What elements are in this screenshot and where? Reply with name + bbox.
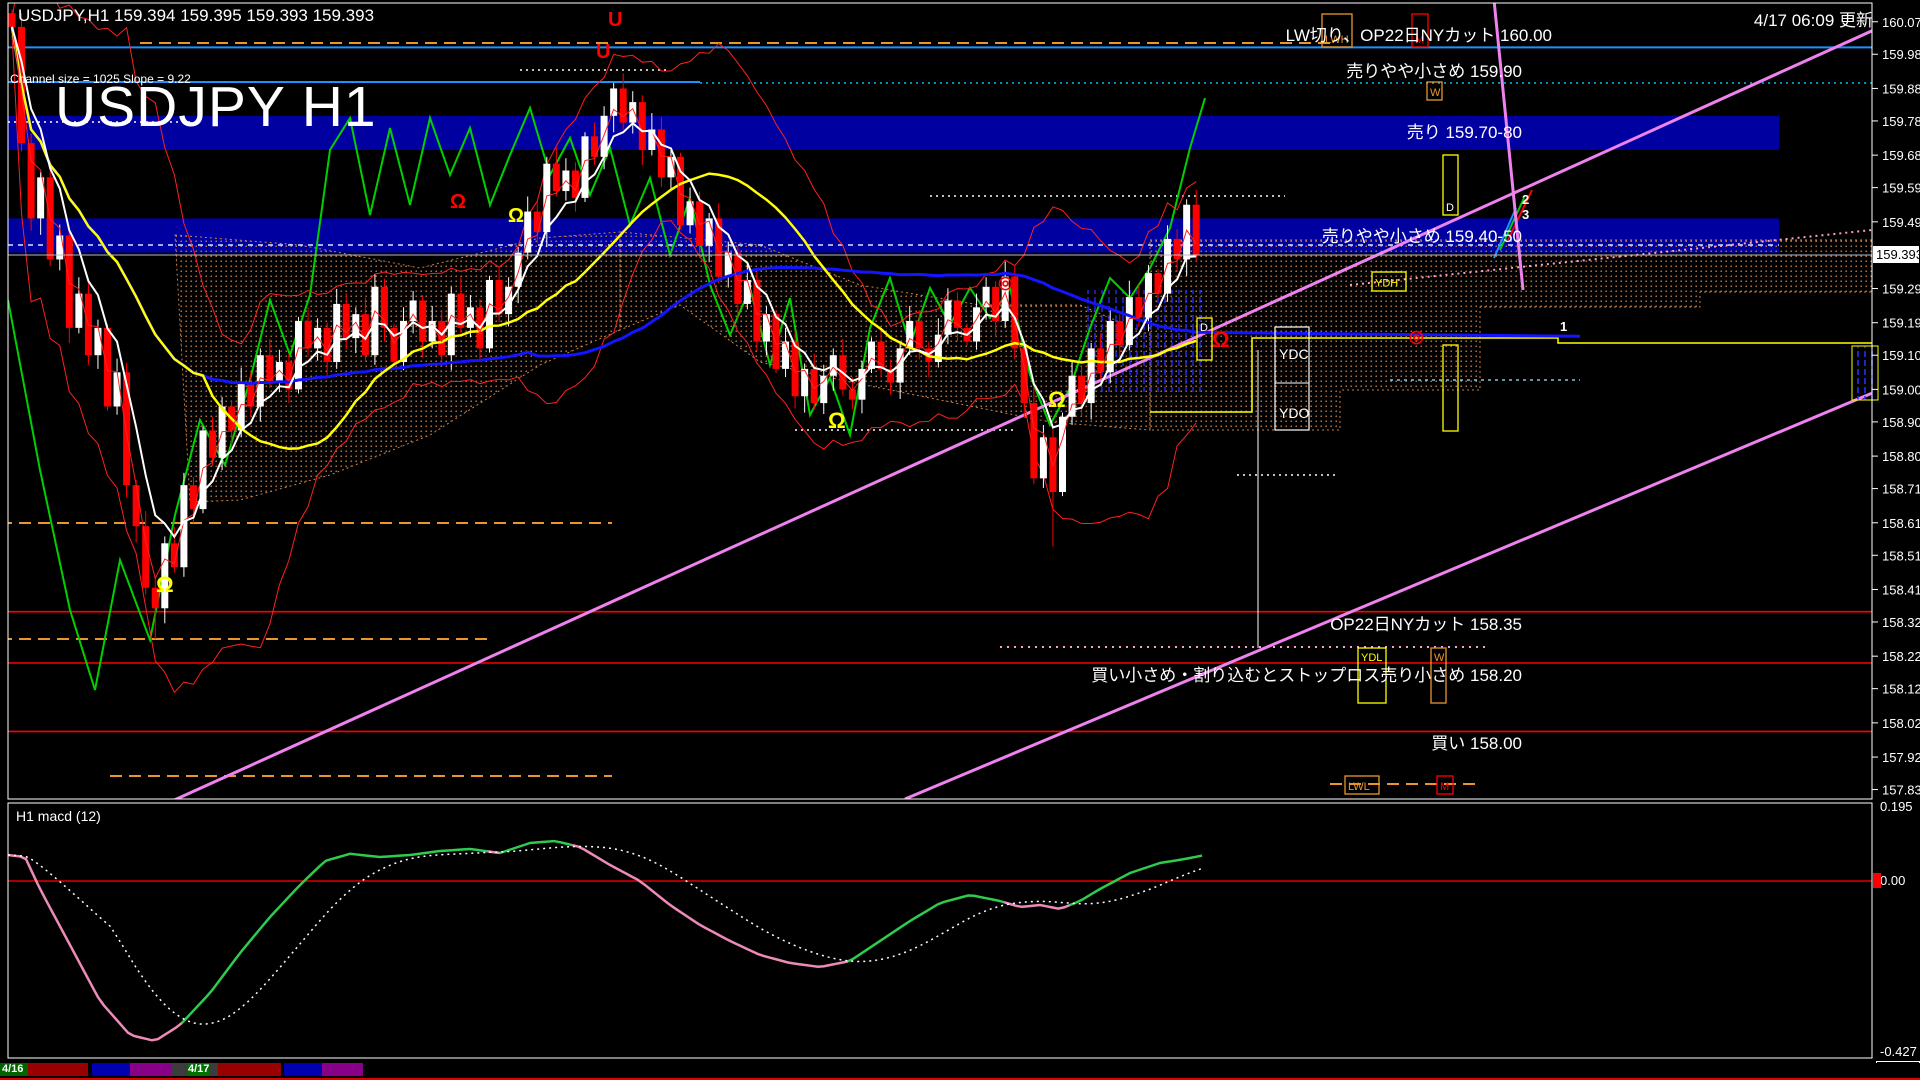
price-tick: 158.125 xyxy=(1882,682,1920,697)
tag-label: LWL xyxy=(1348,781,1370,793)
tag-label: D xyxy=(1200,322,1208,334)
price-tick: 159.685 xyxy=(1882,148,1920,163)
channel-info-label: Channel size = 1025 Slope = 9.22 xyxy=(10,72,191,86)
chart-canvas: UUΩΩΩΩΩΩ◎◎LWH MWDYDHDYDL WLWL MYDCYDO123160… xyxy=(7,2,1920,1059)
price-tick: 158.610 xyxy=(1882,516,1920,531)
level-annotation: 売りやや小さめ 159.40-50 xyxy=(1321,227,1522,246)
tag-label: D xyxy=(1446,202,1454,214)
signal-marker: U xyxy=(608,9,622,31)
session-segment xyxy=(28,1063,88,1076)
count-figure: 3 xyxy=(1522,207,1529,222)
price-tick: 158.320 xyxy=(1882,615,1920,630)
trading-chart-app: U U Ω Ω Ω Ω Ω Ω ◎ ◎ LWH M W D YDH D YDL W LWL M YDC YDO 1 2 3 160… xyxy=(0,0,1920,1080)
price-tick: 158.025 xyxy=(1882,716,1920,731)
date-label: 4/17 xyxy=(188,1063,210,1076)
signal-marker: Ω xyxy=(1048,387,1066,412)
session-segment xyxy=(322,1063,363,1076)
macd-tick: 0.00 xyxy=(1880,873,1905,888)
signal-marker: Ω xyxy=(508,205,524,227)
price-tick: 158.905 xyxy=(1882,415,1920,430)
session-segment xyxy=(92,1063,130,1076)
level-annotation: 買い 158.00 xyxy=(1431,734,1522,753)
tag-label: YDL xyxy=(1361,652,1382,664)
price-tick: 158.710 xyxy=(1882,482,1920,497)
level-annotation: 売り 159.70-80 xyxy=(1406,123,1522,142)
symbol-quote-line: USDJPY,H1 159.394 159.395 159.393 159.39… xyxy=(18,6,375,25)
macd-panel-label: H1 macd (12) xyxy=(16,808,101,824)
session-segment xyxy=(284,1063,322,1076)
price-tick: 159.590 xyxy=(1882,181,1920,196)
signal-marker: U xyxy=(596,41,610,63)
price-tick: 159.000 xyxy=(1882,382,1920,397)
macd-panel-border xyxy=(7,802,1873,1059)
signal-marker: ◎ xyxy=(998,273,1013,292)
price-tick: 158.805 xyxy=(1882,449,1920,464)
level-annotation: LW切り、OP22日NYカット 160.00 xyxy=(1285,26,1552,45)
price-axis: 160.075 159.980 159.880 159.785 159.685 159.5… xyxy=(1872,15,1920,1059)
ydc-label: YDC xyxy=(1279,346,1309,362)
tag-label: M xyxy=(1440,781,1449,793)
session-segment xyxy=(218,1063,281,1076)
session-segment xyxy=(130,1063,171,1076)
price-tick: 159.785 xyxy=(1882,114,1920,129)
price-tick: 159.295 xyxy=(1882,282,1920,297)
price-tick: 158.515 xyxy=(1882,548,1920,563)
price-tick: 159.490 xyxy=(1882,215,1920,230)
current-price-tag: 159.393 xyxy=(1876,247,1920,262)
last-updated: 4/17 06:09 更新 xyxy=(1753,11,1873,30)
timeline-bar: 4/16 4/17 xyxy=(0,1063,1920,1080)
macd-tick: -0.427 xyxy=(1880,1044,1917,1059)
level-annotation: 売りやや小さめ 159.90 xyxy=(1346,62,1522,81)
tag-label: YDH xyxy=(1375,278,1398,290)
count-figure: 2 xyxy=(1522,192,1529,207)
level-annotation: 買い小さめ・割り込むとストップロス売り小さめ 158.20 xyxy=(1091,666,1522,685)
level-annotation: OP22日NYカット 158.35 xyxy=(1330,615,1522,634)
macd-tick: 0.195 xyxy=(1880,799,1913,814)
count-figure: 1 xyxy=(1560,319,1567,334)
signal-marker: Ω xyxy=(1212,327,1230,352)
price-tick: 159.980 xyxy=(1882,47,1920,62)
signal-marker: Ω xyxy=(828,408,846,433)
ydo-label: YDO xyxy=(1279,405,1309,421)
price-tick: 158.220 xyxy=(1882,649,1920,664)
price-tick: 157.925 xyxy=(1882,750,1920,765)
signal-marker: Ω xyxy=(450,191,466,213)
date-label: 4/16 xyxy=(2,1063,24,1075)
macd-layer xyxy=(8,839,1872,1042)
signal-marker: Ω xyxy=(156,572,174,597)
tag-label: W xyxy=(1434,652,1445,664)
signal-marker: ◎ xyxy=(1409,327,1424,346)
price-tick: 160.075 xyxy=(1882,15,1920,30)
price-tick: 157.830 xyxy=(1882,783,1920,798)
price-tick: 158.415 xyxy=(1882,582,1920,597)
tag-label: W xyxy=(1430,87,1441,99)
price-tick: 159.195 xyxy=(1882,316,1920,331)
price-tick: 159.100 xyxy=(1882,348,1920,363)
price-tick: 159.880 xyxy=(1882,81,1920,96)
